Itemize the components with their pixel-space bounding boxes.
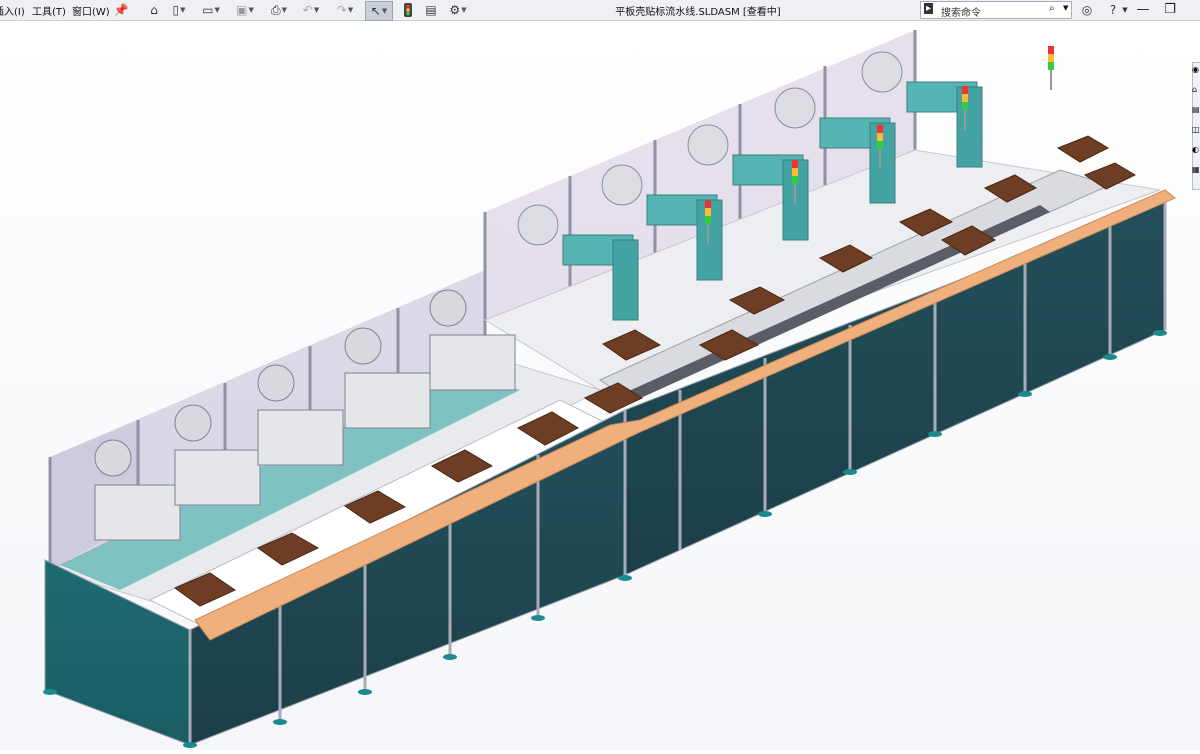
restore-icon[interactable]: ❐: [1157, 0, 1183, 20]
search-dropdown-icon[interactable]: ▼: [1063, 4, 1068, 12]
document-title-text: 平板壳贴标流水线.SLDASM [查看中]: [615, 7, 781, 18]
graphics-area[interactable]: [0, 21, 1200, 750]
search-placeholder: 搜索命令: [941, 8, 981, 19]
search-icon[interactable]: ⌕: [1049, 3, 1055, 14]
view-palette-icon[interactable]: ◫: [1192, 125, 1200, 134]
help-dropdown-icon[interactable]: ▼: [1121, 1, 1129, 19]
user-account-icon[interactable]: ◎: [1078, 1, 1096, 19]
resources-icon[interactable]: ◉: [1192, 65, 1199, 74]
custom-properties-icon[interactable]: ▦: [1192, 165, 1200, 174]
title-bar: 插入(I) 工具(T) 窗口(W) 📌 ⌂ ▯▼ ▭▼ ▣▼ ⎙▼ ↶▼ ↷▼ …: [0, 0, 1200, 21]
task-pane-tabs[interactable]: ◉ ⌂ ▤ ◫ ◐ ▦: [1192, 62, 1200, 190]
search-command-box[interactable]: ▸ 搜索命令 ⌕ ▼: [920, 1, 1072, 19]
help-icon[interactable]: ?: [1104, 1, 1122, 19]
design-library-icon[interactable]: ⌂: [1192, 85, 1197, 94]
appearances-icon[interactable]: ◐: [1192, 145, 1199, 154]
minimize-icon[interactable]: —: [1130, 0, 1156, 20]
assembly-model-render: [0, 21, 1200, 750]
command-prompt-icon: ▸: [924, 3, 934, 14]
file-explorer-icon[interactable]: ▤: [1192, 105, 1200, 114]
